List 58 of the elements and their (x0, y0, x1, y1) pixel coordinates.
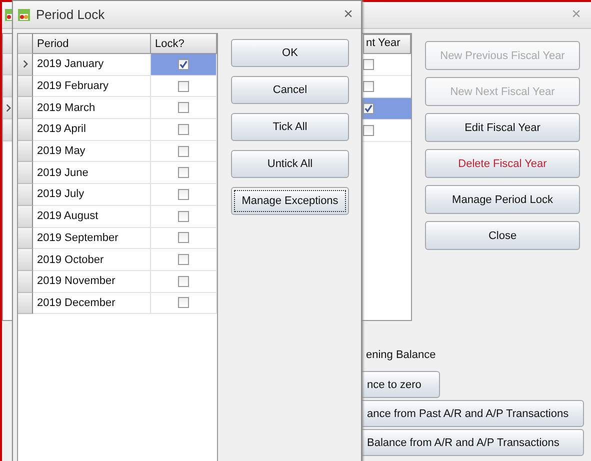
action-button[interactable]: Manage Period Lock (425, 185, 580, 214)
lock-checkbox[interactable] (178, 58, 189, 70)
lock-checkbox[interactable] (178, 124, 189, 135)
lock-checkbox[interactable] (178, 232, 189, 244)
lock-checkbox[interactable] (178, 188, 189, 200)
lock-checkbox[interactable] (178, 167, 189, 178)
row-header[interactable] (18, 76, 33, 98)
row-header[interactable] (18, 140, 33, 162)
dialog-button[interactable]: Tick All (231, 113, 349, 141)
lock-checkbox[interactable] (178, 276, 189, 287)
lock-checkbox[interactable] (178, 102, 189, 114)
checkbox[interactable] (363, 81, 374, 92)
period-cell: 2019 June (33, 162, 151, 184)
dialog-button[interactable]: Cancel (231, 76, 349, 104)
lock-checkbox[interactable] (178, 297, 189, 308)
period-cell: 2019 May (33, 140, 151, 162)
column-header: Lock? (151, 34, 217, 54)
dialog-button[interactable]: OK (231, 39, 349, 67)
period-cell: 2019 September (33, 228, 151, 250)
row-header[interactable] (18, 270, 33, 293)
row-header[interactable] (18, 54, 33, 76)
dialog-button[interactable]: Untick All (231, 150, 349, 178)
column-header: nt Year (363, 34, 411, 54)
dialog-button[interactable]: Manage Exceptions (231, 187, 349, 215)
current-row-icon (6, 104, 10, 112)
period-cell: 2019 December (33, 292, 151, 314)
lock-checkbox[interactable] (178, 80, 189, 92)
period-cell: 2019 July (33, 184, 151, 206)
row-header[interactable] (18, 249, 33, 271)
row-header[interactable] (18, 162, 33, 184)
period-cell: 2019 August (33, 206, 151, 228)
action-button[interactable]: Close (425, 221, 580, 250)
calendar-icon (17, 8, 31, 22)
period-cell: 2019 March (33, 97, 151, 120)
column-header: Period (33, 34, 151, 54)
row-header[interactable] (18, 228, 33, 250)
action-button[interactable]: Edit Fiscal Year (425, 113, 580, 142)
checkbox[interactable] (363, 59, 374, 70)
period-cell: 2019 February (33, 76, 151, 98)
lock-checkbox[interactable] (178, 254, 189, 266)
row-header[interactable] (18, 97, 33, 120)
close-button[interactable]: × (344, 6, 353, 24)
window-title: Period Lock (36, 7, 105, 22)
current-row-icon (22, 60, 28, 68)
row-header (18, 34, 33, 54)
checkbox[interactable] (363, 125, 374, 136)
action-button[interactable]: Delete Fiscal Year (425, 149, 580, 178)
row-header[interactable] (18, 206, 33, 228)
lock-checkbox[interactable] (178, 210, 189, 222)
lock-checkbox[interactable] (178, 146, 189, 157)
checkbox[interactable] (363, 103, 374, 114)
section-label: ening Balance (366, 349, 436, 363)
period-cell: 2019 November (33, 270, 151, 293)
period-cell: 2019 October (33, 249, 151, 271)
row-header[interactable] (18, 184, 33, 206)
period-cell: 2019 April (33, 119, 151, 141)
row-header[interactable] (18, 119, 33, 141)
row-header[interactable] (18, 292, 33, 314)
